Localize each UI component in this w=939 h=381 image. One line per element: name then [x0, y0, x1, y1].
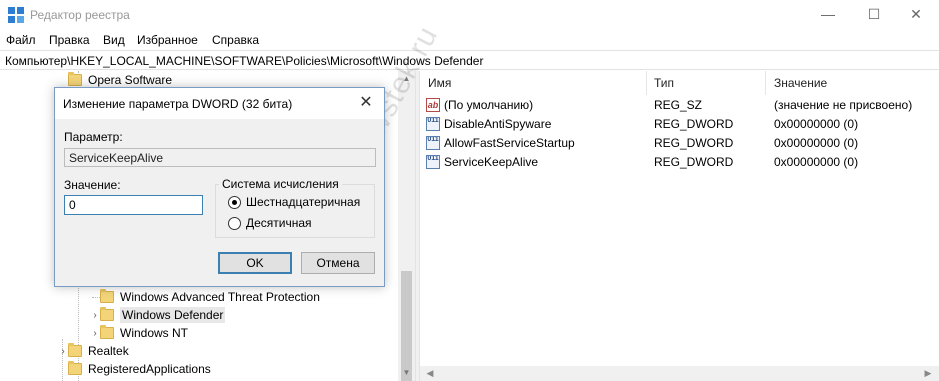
menu-bar: Файл Правка Вид Избранное Справка	[0, 30, 939, 50]
folder-icon	[100, 325, 114, 339]
tree-item-windows-nt[interactable]: › Windows NT	[90, 324, 188, 342]
radio-decimal[interactable]: Десятичная	[228, 216, 312, 230]
dialog-title-bar: Изменение параметра DWORD (32 бита) ✕	[55, 88, 384, 119]
ok-button[interactable]: OK	[218, 252, 292, 274]
radio-checked-icon[interactable]	[228, 195, 241, 209]
column-divider[interactable]	[765, 71, 766, 95]
menu-edit[interactable]: Правка	[49, 33, 90, 47]
folder-icon	[68, 343, 82, 357]
list-row[interactable]: 011 AllowFastServiceStartup REG_DWORD 0x…	[420, 134, 939, 153]
chevron-right-icon[interactable]: ›	[58, 346, 68, 357]
value-name: DisableAntiSpyware	[444, 117, 552, 131]
binary-value-icon: 011	[426, 155, 440, 169]
value-name-field: ServiceKeepAlive	[64, 148, 376, 167]
menu-file[interactable]: Файл	[6, 33, 36, 47]
tree-item-windows-defender[interactable]: › Windows Defender	[90, 306, 226, 324]
folder-icon	[100, 307, 114, 321]
value-type: REG_SZ	[654, 98, 703, 112]
value-data: 0x00000000 (0)	[774, 117, 859, 131]
registry-editor-icon	[8, 7, 24, 23]
folder-icon	[100, 289, 114, 303]
value-name: AllowFastServiceStartup	[444, 136, 575, 150]
radio-unchecked-icon[interactable]	[228, 216, 241, 230]
minimize-button[interactable]: —	[805, 0, 851, 30]
folder-icon	[68, 72, 82, 86]
scroll-left-icon[interactable]: ◀	[424, 368, 436, 379]
window-title: Редактор реестра	[30, 8, 130, 22]
values-list: Имя Тип Значение ab (По умолчанию) REG_S…	[420, 71, 939, 381]
dialog-close-button[interactable]: ✕	[353, 91, 379, 115]
value-data: 0x00000000 (0)	[774, 155, 859, 169]
dialog-title: Изменение параметра DWORD (32 бита)	[63, 97, 293, 111]
tree-item-label: Windows Advanced Threat Protection	[120, 290, 320, 304]
tree-item-label: Realtek	[88, 344, 129, 358]
column-header-type[interactable]: Тип	[654, 71, 674, 95]
string-value-icon: ab	[426, 98, 440, 112]
menu-favorites[interactable]: Избранное	[137, 33, 198, 47]
address-bar[interactable]: Компьютер\HKEY_LOCAL_MACHINE\SOFTWARE\Po…	[0, 50, 939, 70]
tree-item-label: Windows NT	[120, 326, 189, 340]
tree-item-label: Windows Defender	[120, 307, 226, 323]
list-row[interactable]: 011 ServiceKeepAlive REG_DWORD 0x0000000…	[420, 153, 939, 172]
column-header-name[interactable]: Имя	[428, 71, 451, 95]
column-divider[interactable]	[646, 71, 647, 95]
radio-decimal-label: Десятичная	[246, 216, 312, 230]
folder-icon	[68, 361, 82, 375]
value-name: (По умолчанию)	[444, 98, 534, 112]
base-group-legend: Система исчисления	[219, 177, 342, 191]
value-type: REG_DWORD	[654, 155, 734, 169]
cancel-button[interactable]: Отмена	[301, 252, 375, 274]
column-header-value[interactable]: Значение	[774, 71, 827, 95]
close-button[interactable]: ✕	[893, 0, 939, 30]
tree-item-windows-atp[interactable]: Windows Advanced Threat Protection	[90, 288, 320, 306]
tree-item-label: Opera Software	[88, 73, 173, 87]
binary-value-icon: 011	[426, 117, 440, 131]
value-data: 0x00000000 (0)	[774, 136, 859, 150]
title-bar: Редактор реестра — ☐ ✕	[0, 0, 939, 30]
menu-help[interactable]: Справка	[212, 33, 259, 47]
scroll-right-icon[interactable]: ▶	[922, 368, 934, 379]
scroll-down-icon[interactable]: ▼	[401, 367, 412, 379]
tree-item-realtek[interactable]: › Realtek	[58, 342, 129, 360]
maximize-button[interactable]: ☐	[851, 0, 897, 30]
value-data-input[interactable]	[64, 195, 203, 215]
value-type: REG_DWORD	[654, 117, 734, 131]
tree-item-label: RegisteredApplications	[88, 362, 211, 376]
chevron-right-icon[interactable]: ›	[90, 328, 100, 339]
list-row[interactable]: ab (По умолчанию) REG_SZ (значение не пр…	[420, 96, 939, 115]
value-name-label: Параметр:	[64, 130, 123, 144]
tree-scrollbar-thumb[interactable]	[401, 271, 412, 381]
radio-hexadecimal-label: Шестнадцатеричная	[246, 195, 361, 209]
list-row[interactable]: 011 DisableAntiSpyware REG_DWORD 0x00000…	[420, 115, 939, 134]
tree-item-registered-applications[interactable]: RegisteredApplications	[58, 360, 211, 378]
binary-value-icon: 011	[426, 136, 440, 150]
value-data-label: Значение:	[64, 178, 121, 192]
value-type: REG_DWORD	[654, 136, 734, 150]
value-data: (значение не присвоено)	[774, 98, 913, 112]
value-name: ServiceKeepAlive	[444, 155, 539, 169]
list-horizontal-scrollbar[interactable]: ◀ ▶	[420, 366, 939, 381]
chevron-right-icon[interactable]: ›	[90, 310, 100, 321]
edit-dword-dialog: Изменение параметра DWORD (32 бита) ✕ Па…	[54, 87, 385, 287]
menu-view[interactable]: Вид	[103, 33, 125, 47]
radio-hexadecimal[interactable]: Шестнадцатеричная	[228, 195, 360, 209]
